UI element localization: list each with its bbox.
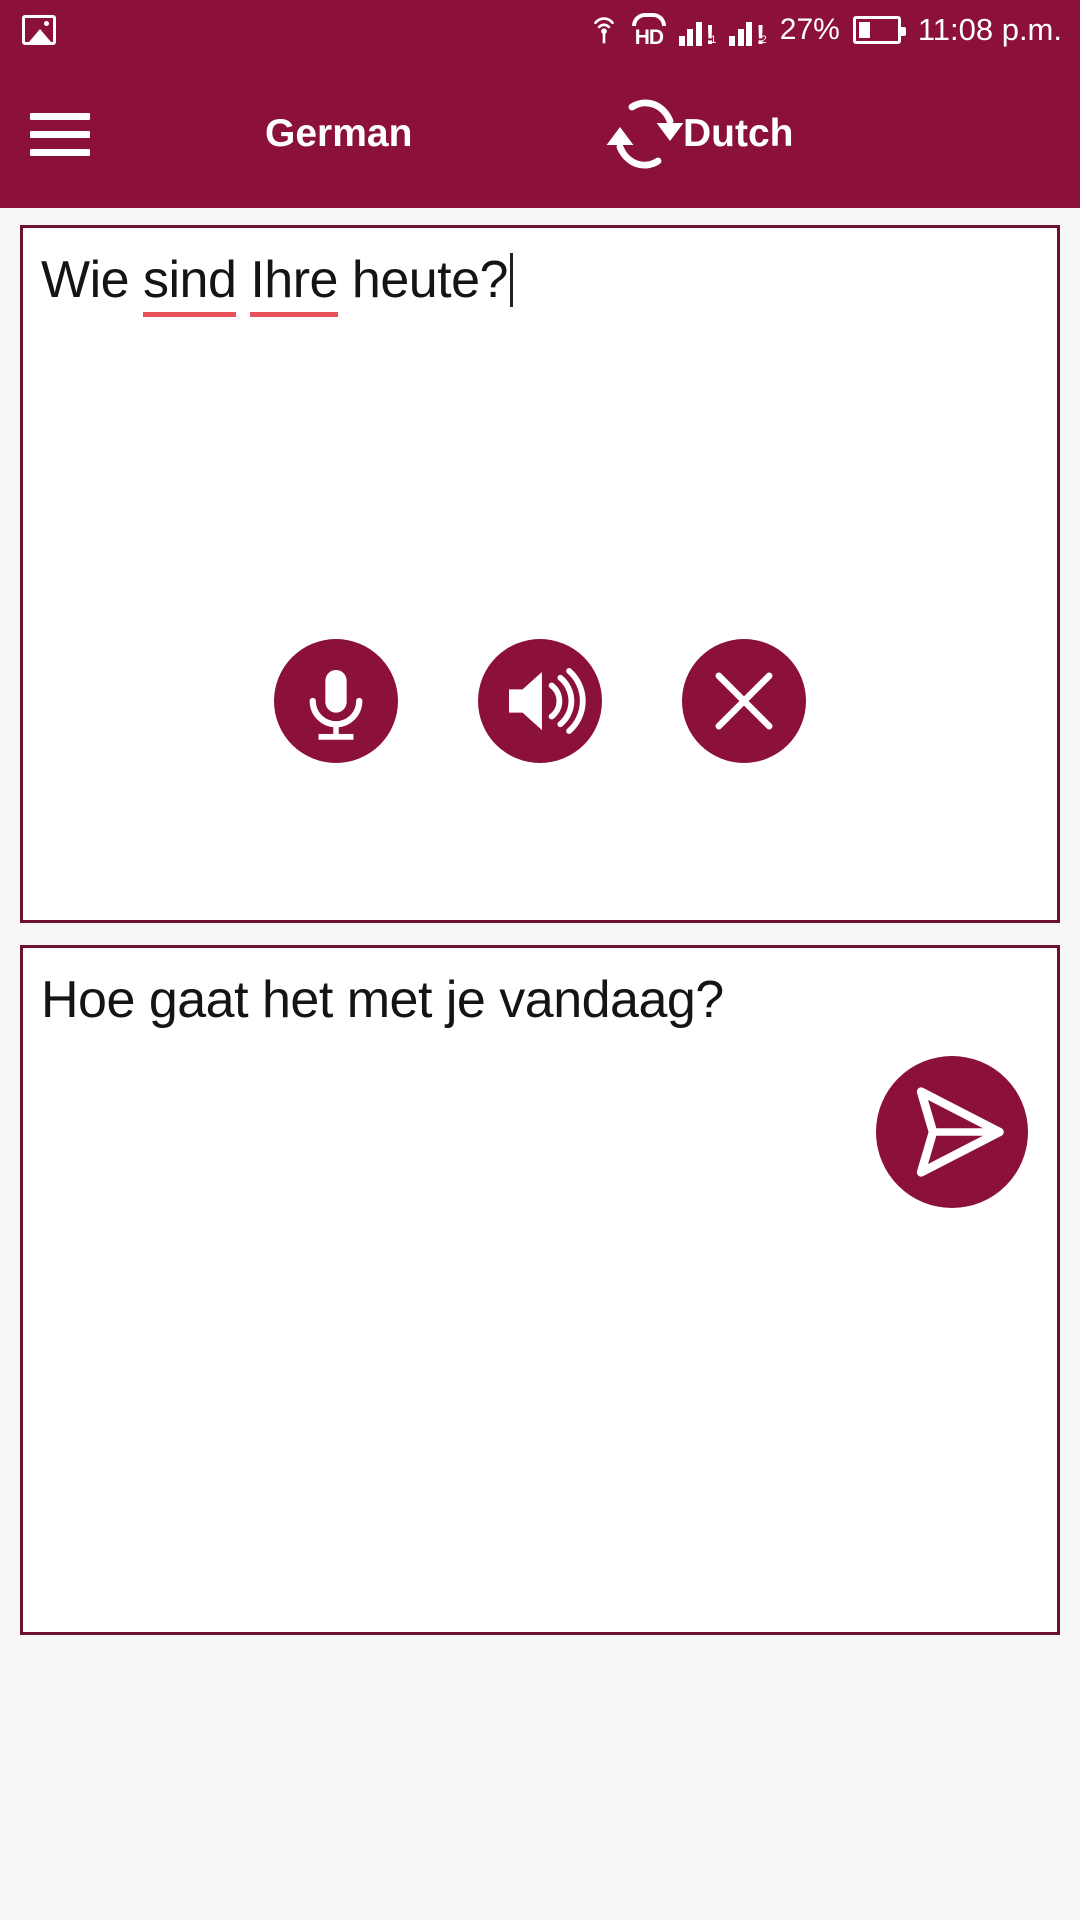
hd-voice-icon: HD bbox=[631, 12, 666, 49]
hd-label: HD bbox=[634, 25, 664, 49]
battery-icon bbox=[852, 16, 906, 44]
sim-index-label: 1 bbox=[710, 34, 717, 46]
source-text-segment: Wie bbox=[41, 251, 143, 309]
source-text-segment: heute? bbox=[337, 251, 509, 309]
send-paper-plane-icon bbox=[916, 1087, 1004, 1177]
signal-bar bbox=[729, 36, 736, 46]
text-cursor bbox=[509, 253, 513, 307]
translator-content: Wie sind Ihre heute? Hoe gaat het met je… bbox=[0, 208, 1080, 1920]
battery-fill bbox=[858, 22, 871, 38]
speaker-volume-icon bbox=[509, 668, 586, 734]
status-bar-right: HD ! 1 ! 2 27% 11:08 p.m. bbox=[589, 12, 1062, 49]
status-bar-clock: 11:08 p.m. bbox=[917, 12, 1062, 47]
signal-bar bbox=[737, 29, 744, 46]
hamburger-menu-icon[interactable] bbox=[30, 112, 122, 156]
swap-languages-button[interactable] bbox=[597, 86, 693, 182]
signal-bars-sim1: ! 1 bbox=[678, 14, 717, 49]
microphone-icon bbox=[309, 670, 363, 740]
cast-icon bbox=[594, 17, 614, 44]
signal-bar bbox=[687, 29, 694, 46]
signal-bar bbox=[678, 36, 685, 46]
misspelled-word: sind bbox=[143, 251, 237, 317]
status-bar-left bbox=[22, 15, 589, 45]
close-clear-icon bbox=[715, 672, 773, 730]
sim-index-label: 2 bbox=[760, 34, 767, 46]
status-bar: HD ! 1 ! 2 27% 11:08 p.m. bbox=[0, 0, 1080, 60]
target-text-output: Hoe gaat het met je vandaag? bbox=[41, 971, 724, 1029]
target-language-button[interactable]: Dutch bbox=[683, 112, 794, 156]
signal-bar bbox=[695, 22, 702, 46]
menu-bar-line bbox=[30, 130, 90, 138]
source-text-segment bbox=[236, 251, 250, 309]
source-text-input[interactable]: Wie sind Ihre heute? bbox=[41, 248, 1039, 317]
misspelled-word: Ihre bbox=[250, 251, 338, 317]
source-text-panel[interactable]: Wie sind Ihre heute? bbox=[20, 225, 1060, 923]
source-language-button[interactable]: German bbox=[265, 112, 412, 156]
menu-bar-line bbox=[30, 112, 90, 120]
send-button[interactable] bbox=[876, 1056, 1028, 1208]
image-notification-icon bbox=[22, 15, 56, 45]
signal-bars-sim2: ! 2 bbox=[729, 14, 767, 49]
swap-languages-icon bbox=[606, 99, 684, 169]
app-bar: German Dutch bbox=[0, 60, 1080, 208]
clear-text-button[interactable] bbox=[682, 639, 806, 763]
target-text-panel[interactable]: Hoe gaat het met je vandaag? bbox=[20, 945, 1060, 1635]
hd-arc bbox=[631, 12, 666, 26]
battery-percent-label: 27% bbox=[779, 13, 840, 46]
source-action-buttons bbox=[23, 639, 1057, 763]
microphone-button[interactable] bbox=[274, 639, 398, 763]
menu-bar-line bbox=[30, 148, 90, 156]
speaker-button[interactable] bbox=[478, 639, 602, 763]
signal-bar bbox=[746, 22, 753, 46]
